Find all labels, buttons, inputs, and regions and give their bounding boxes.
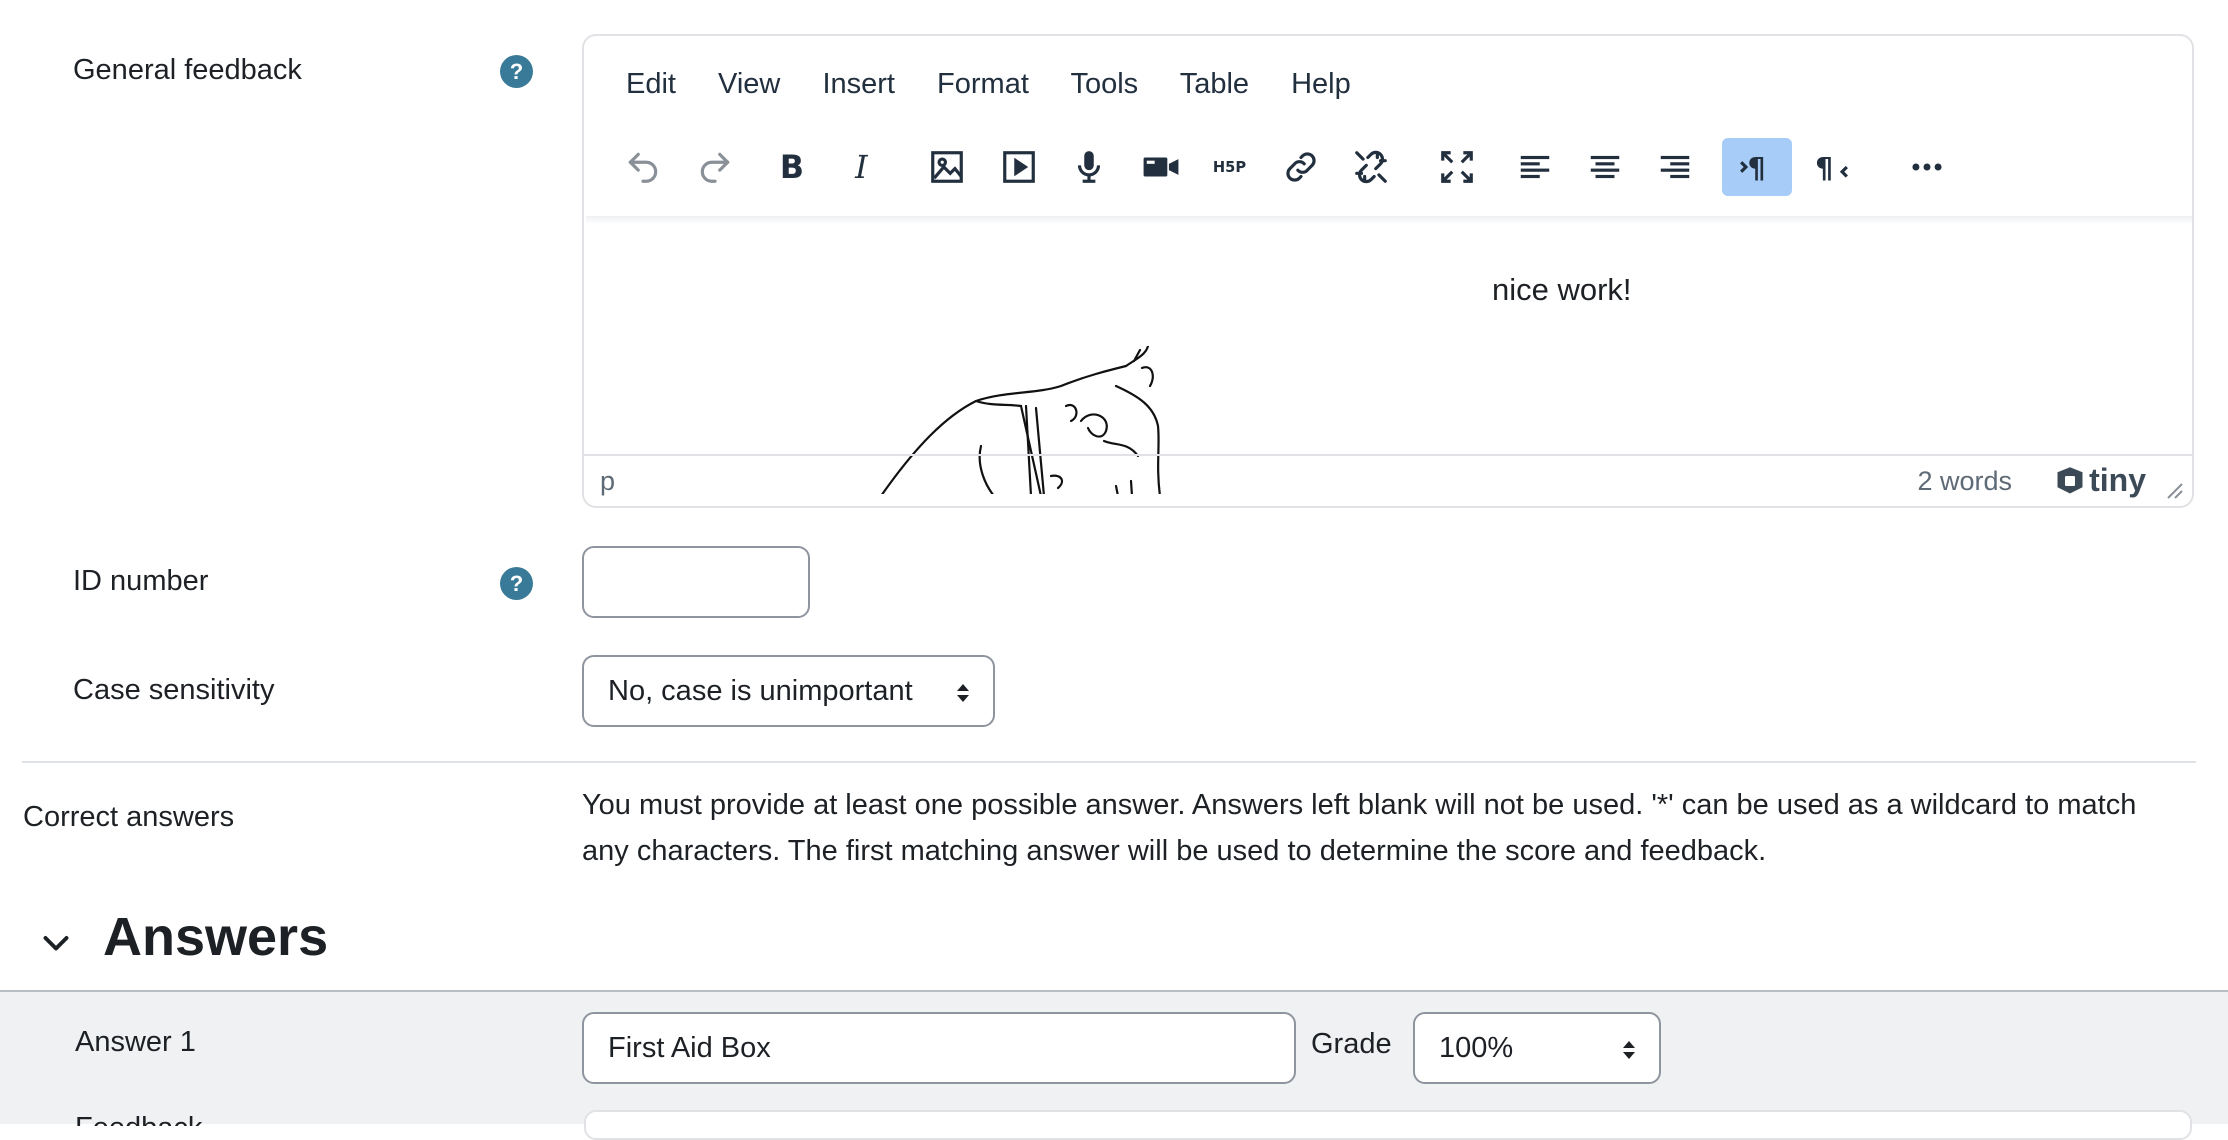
- microphone-icon[interactable]: [1054, 138, 1124, 196]
- editor-toolbar: B I H5P ¶ ¶: [584, 138, 2192, 208]
- tiny-brand: tiny: [2089, 462, 2146, 498]
- svg-text:¶: ¶: [1748, 152, 1766, 185]
- feedback-label: Feedback: [75, 1108, 202, 1126]
- svg-text:B: B: [780, 150, 804, 186]
- ltr-icon[interactable]: ¶: [1722, 138, 1792, 196]
- case-sensitivity-value: No, case is unimportant: [608, 675, 913, 707]
- word-count[interactable]: 2 words: [1917, 466, 2012, 497]
- svg-text:I: I: [854, 150, 869, 186]
- correct-answers-description: You must provide at least one possible a…: [582, 789, 2137, 867]
- case-sensitivity-select[interactable]: No, case is unimportant: [582, 655, 995, 727]
- svg-text:¶: ¶: [1815, 152, 1833, 185]
- answer-1-label: Answer 1: [75, 1026, 196, 1058]
- menu-table[interactable]: Table: [1180, 68, 1249, 100]
- video-camera-icon[interactable]: [1126, 138, 1196, 196]
- feedback-text: nice work!: [1492, 272, 1632, 307]
- editor-statusbar: p 2 words tiny: [584, 454, 2192, 506]
- h5p-icon[interactable]: H5P: [1196, 138, 1266, 196]
- help-icon[interactable]: ?: [500, 567, 533, 600]
- help-icon[interactable]: ?: [500, 55, 533, 88]
- fullscreen-icon[interactable]: [1422, 138, 1492, 196]
- redo-icon[interactable]: [680, 138, 750, 196]
- answer-1-input[interactable]: [582, 1012, 1296, 1084]
- align-left-icon[interactable]: [1500, 138, 1570, 196]
- bold-icon[interactable]: B: [756, 138, 826, 196]
- answers-heading[interactable]: Answers: [103, 906, 328, 968]
- correct-answers-label: Correct answers: [23, 801, 235, 833]
- tiny-logo-icon: [2057, 466, 2083, 493]
- menu-insert[interactable]: Insert: [822, 68, 895, 100]
- grade-select[interactable]: 100%: [1413, 1012, 1661, 1084]
- menu-edit[interactable]: Edit: [626, 68, 676, 100]
- align-center-icon[interactable]: [1570, 138, 1640, 196]
- answer-1-panel: Answer 1 Grade 100% Feedback: [0, 990, 2228, 1140]
- tiny-logo[interactable]: tiny: [2055, 462, 2146, 499]
- menu-tools[interactable]: Tools: [1070, 68, 1138, 100]
- editor-menubar: Edit View Insert Format Tools Table Help: [626, 68, 1385, 101]
- align-right-icon[interactable]: [1640, 138, 1710, 196]
- svg-text:H5P: H5P: [1213, 159, 1246, 176]
- resize-handle-icon[interactable]: [2164, 480, 2184, 500]
- general-feedback-editor: Edit View Insert Format Tools Table Help…: [582, 34, 2194, 508]
- menu-help[interactable]: Help: [1291, 68, 1351, 100]
- general-feedback-label: General feedback: [73, 54, 302, 86]
- id-number-input[interactable]: [582, 546, 810, 618]
- id-number-label: ID number: [73, 565, 209, 597]
- undo-icon[interactable]: [608, 138, 678, 196]
- italic-icon[interactable]: I: [828, 138, 898, 196]
- grade-value: 100%: [1439, 1032, 1514, 1064]
- section-divider: [22, 761, 2196, 763]
- rtl-icon[interactable]: ¶: [1796, 138, 1866, 196]
- media-icon[interactable]: [984, 138, 1054, 196]
- grade-label: Grade: [1311, 1028, 1392, 1060]
- feedback-editor[interactable]: [584, 1110, 2192, 1140]
- image-icon[interactable]: [912, 138, 982, 196]
- more-icon[interactable]: [1892, 138, 1962, 196]
- element-path[interactable]: p: [600, 466, 615, 497]
- select-arrows-icon: [1623, 1041, 1635, 1059]
- menu-view[interactable]: View: [718, 68, 780, 100]
- select-arrows-icon: [957, 684, 969, 702]
- menu-format[interactable]: Format: [937, 68, 1029, 100]
- link-icon[interactable]: [1266, 138, 1336, 196]
- chevron-down-icon[interactable]: [38, 926, 74, 962]
- case-sensitivity-label: Case sensitivity: [73, 674, 275, 706]
- unlink-icon[interactable]: [1336, 138, 1406, 196]
